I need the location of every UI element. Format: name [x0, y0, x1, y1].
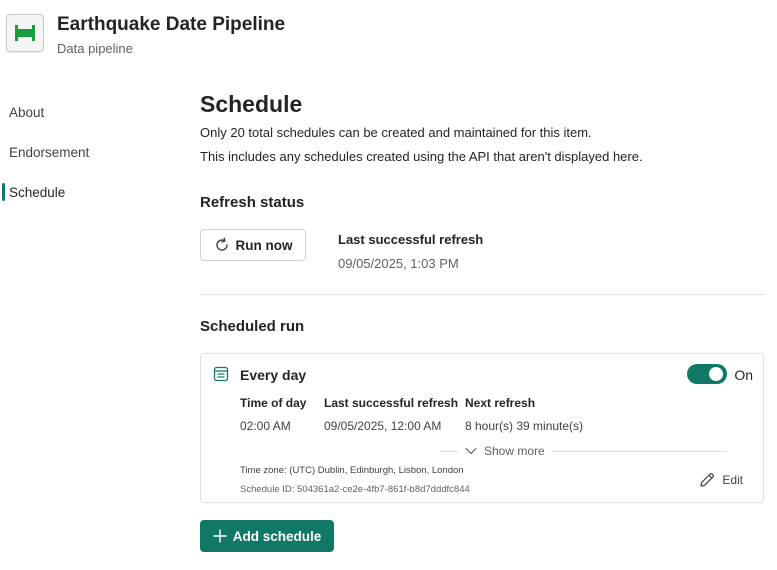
column-value: 02:00 AM: [240, 419, 291, 433]
time-zone-text: Time zone: (UTC) Dublin, Edinburgh, Lisb…: [240, 465, 464, 476]
last-refresh-info: Last successful refresh 09/05/2025, 1:03…: [338, 232, 483, 271]
edit-label: Edit: [722, 473, 743, 487]
last-successful-refresh-column: Last successful refresh 09/05/2025, 12:0…: [324, 396, 458, 433]
column-label: Last successful refresh: [324, 396, 459, 410]
chevron-down-icon: [465, 447, 477, 455]
page-header: Earthquake Date Pipeline Data pipeline: [6, 14, 285, 56]
last-refresh-label: Last successful refresh: [338, 232, 484, 247]
column-value: 09/05/2025, 12:00 AM: [324, 419, 442, 433]
schedule-frequency: Every day: [240, 367, 307, 383]
add-schedule-button[interactable]: Add schedule: [200, 520, 334, 552]
column-value: 8 hour(s) 39 minute(s): [465, 419, 584, 433]
sidebar-item-label: About: [9, 104, 45, 120]
app-title: Earthquake Date Pipeline: [57, 14, 286, 35]
section-divider: [200, 294, 764, 295]
toggle-state-label: On: [734, 367, 753, 383]
pipeline-icon: [6, 14, 44, 52]
sidebar-item-about[interactable]: About: [0, 92, 180, 132]
app-subtitle: Data pipeline: [57, 41, 133, 56]
schedule-limit-text: Only 20 total schedules can be created a…: [200, 125, 592, 140]
add-schedule-label: Add schedule: [232, 528, 322, 544]
edit-schedule-button[interactable]: Edit: [698, 471, 743, 489]
refresh-icon: [215, 237, 228, 251]
pencil-icon: [700, 472, 715, 487]
refresh-status-heading: Refresh status: [200, 194, 305, 211]
column-label: Next refresh: [465, 396, 536, 410]
page-title: Schedule: [200, 91, 303, 117]
run-now-label: Run now: [235, 237, 293, 253]
schedule-card: Every day On Time of day 02:00 AM Last s…: [200, 353, 764, 503]
settings-sidebar: About Endorsement Schedule: [0, 92, 180, 212]
plus-icon: [213, 529, 227, 543]
schedule-id-text: Schedule ID: 504361a2-ce2e-4fb7-861f-b8d…: [240, 484, 470, 495]
last-refresh-value: 09/05/2025, 1:03 PM: [338, 256, 459, 271]
time-of-day-column: Time of day 02:00 AM: [240, 396, 306, 433]
sidebar-item-label: Schedule: [9, 184, 66, 200]
calendar-icon: [213, 366, 229, 387]
column-label: Time of day: [240, 396, 307, 410]
toggle-knob: [709, 367, 723, 381]
sidebar-item-endorsement[interactable]: Endorsement: [0, 132, 180, 172]
schedule-panel: Schedule Only 20 total schedules can be …: [200, 90, 764, 552]
show-more-label: Show more: [484, 444, 545, 458]
next-refresh-column: Next refresh 8 hour(s) 39 minute(s): [465, 396, 583, 433]
sidebar-item-schedule[interactable]: Schedule: [0, 172, 180, 212]
schedule-api-text: This includes any schedules created usin…: [200, 149, 643, 164]
show-more-button[interactable]: Show more: [459, 444, 551, 458]
run-now-button[interactable]: Run now: [200, 229, 306, 261]
sidebar-item-label: Endorsement: [9, 144, 90, 160]
schedule-toggle[interactable]: [687, 364, 727, 384]
scheduled-run-heading: Scheduled run: [200, 318, 305, 335]
